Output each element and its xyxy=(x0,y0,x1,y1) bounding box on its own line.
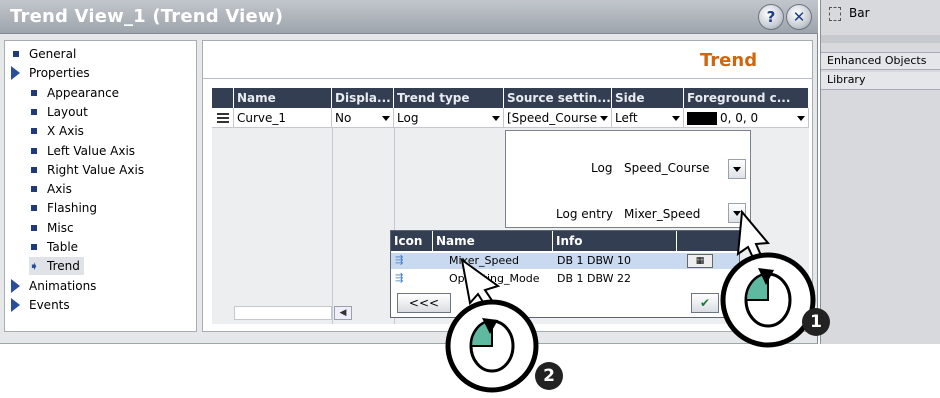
callout-number-2: 2 xyxy=(535,362,563,390)
callout-number-1: 1 xyxy=(802,308,830,336)
mouse-callout-2 xyxy=(445,299,539,393)
mouse-callout-1 xyxy=(720,252,816,348)
tutorial-annotations xyxy=(445,209,816,393)
